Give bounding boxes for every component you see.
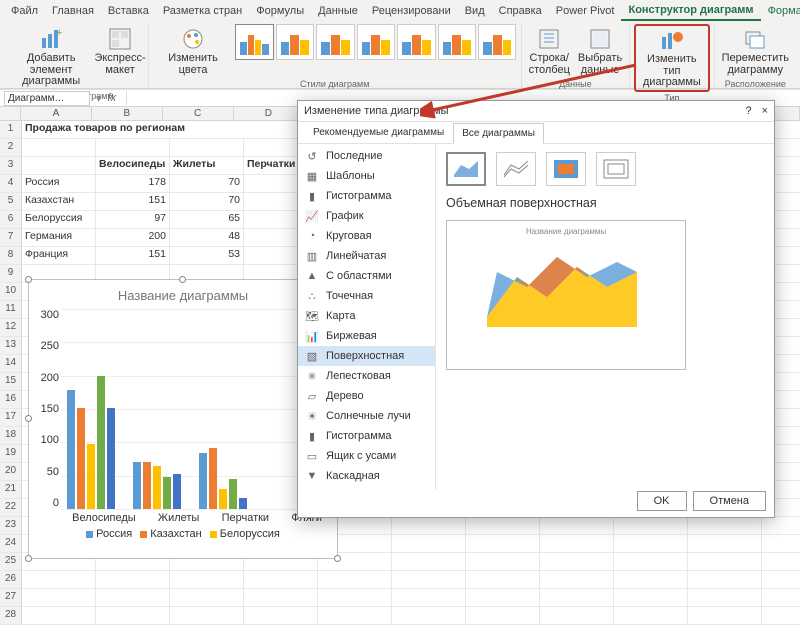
chart-category-item[interactable]: ▦Шаблоны bbox=[298, 166, 435, 186]
chart-bars bbox=[61, 309, 333, 509]
switch-row-column-button[interactable]: Строка/столбец bbox=[526, 24, 573, 78]
add-element-icon: + bbox=[38, 26, 64, 52]
dialog-tab-all[interactable]: Все диаграммы bbox=[453, 123, 544, 144]
chart-style-6[interactable] bbox=[438, 24, 476, 60]
tab-help[interactable]: Справка bbox=[492, 2, 549, 20]
chart-category-item[interactable]: ▥Линейчатая bbox=[298, 246, 435, 266]
palette-icon bbox=[180, 26, 206, 52]
subtype-contour-wire[interactable] bbox=[596, 152, 636, 186]
change-type-icon bbox=[659, 27, 685, 53]
select-data-icon bbox=[587, 26, 613, 52]
change-colors-button[interactable]: Изменить цвета bbox=[153, 24, 233, 78]
cancel-button[interactable]: Отмена bbox=[693, 491, 766, 511]
col-A[interactable]: A bbox=[21, 107, 92, 120]
chart-title[interactable]: Название диаграммы bbox=[33, 288, 333, 303]
move-chart-button[interactable]: Переместить диаграмму bbox=[719, 24, 792, 78]
group-location-label: Расположение bbox=[725, 79, 786, 89]
change-chart-type-button[interactable]: Изменить тип диаграммы bbox=[634, 24, 709, 92]
tab-format[interactable]: Формат bbox=[761, 2, 800, 20]
quick-layout-button[interactable]: Экспресс-макет bbox=[96, 24, 144, 78]
chart-style-4[interactable] bbox=[357, 24, 395, 60]
chart-category-item[interactable]: ↺Последние bbox=[298, 146, 435, 166]
switch-label: Строка/столбец bbox=[529, 53, 570, 76]
name-box-dropdown-icon[interactable]: ▾ bbox=[96, 92, 102, 105]
preview-thumbnail[interactable]: Название диаграммы bbox=[446, 220, 686, 370]
chart-y-axis: 300250200150100500 bbox=[33, 309, 59, 509]
select-data-button[interactable]: Выбрать данные bbox=[575, 24, 625, 78]
chart-category-item[interactable]: ▮Гистограмма bbox=[298, 186, 435, 206]
subtype-contour[interactable] bbox=[546, 152, 586, 186]
name-box[interactable]: Диаграмм… bbox=[4, 91, 90, 106]
group-location: Переместить диаграмму Расположение bbox=[715, 24, 796, 88]
ribbon: Файл Главная Вставка Разметка стран Форм… bbox=[0, 0, 800, 89]
select-data-label: Выбрать данные bbox=[578, 53, 622, 76]
tab-chartdesign[interactable]: Конструктор диаграмм bbox=[621, 1, 760, 21]
dialog-titlebar[interactable]: Изменение типа диаграммы ? × bbox=[298, 101, 774, 122]
quick-layout-icon bbox=[107, 26, 133, 52]
tab-powerpivot[interactable]: Power Pivot bbox=[549, 2, 622, 20]
preview-chart-title: Название диаграммы bbox=[453, 227, 679, 236]
svg-text:+: + bbox=[56, 28, 62, 39]
tab-pagelayout[interactable]: Разметка стран bbox=[156, 2, 249, 20]
chart-x-axis: ВелосипедыЖилетыПерчаткиФляги bbox=[33, 512, 333, 524]
change-colors-label: Изменить цвета bbox=[156, 53, 230, 76]
col-B[interactable]: B bbox=[92, 107, 163, 120]
quick-layout-label: Экспресс-макет bbox=[94, 53, 145, 76]
tab-review[interactable]: Рецензировани bbox=[365, 2, 458, 20]
ok-button[interactable]: OK bbox=[637, 491, 687, 511]
chart-style-7[interactable] bbox=[478, 24, 516, 60]
group-data: Строка/столбец Выбрать данные Данные bbox=[522, 24, 631, 88]
dialog-help-icon[interactable]: ? bbox=[745, 105, 751, 117]
change-chart-type-dialog: Изменение типа диаграммы ? × Рекомендуем… bbox=[297, 100, 775, 518]
embedded-chart[interactable]: Название диаграммы 300250200150100500 Ве… bbox=[28, 279, 338, 559]
chart-preview-pane: Объемная поверхностная Название диаграмм… bbox=[436, 144, 774, 490]
group-styles: Изменить цвета Стили диаграмм bbox=[149, 24, 522, 88]
tab-home[interactable]: Главная bbox=[45, 2, 101, 20]
subtype-surface-3d[interactable] bbox=[446, 152, 486, 186]
change-type-label: Изменить тип диаграммы bbox=[638, 54, 705, 89]
tab-insert[interactable]: Вставка bbox=[101, 2, 156, 20]
chart-style-2[interactable] bbox=[276, 24, 314, 60]
add-chart-element-button[interactable]: + Добавить элемент диаграммы bbox=[8, 24, 94, 90]
fx-icon[interactable]: fx bbox=[108, 92, 117, 104]
chart-style-1[interactable] bbox=[235, 24, 273, 60]
dialog-tabs: Рекомендуемые диаграммы Все диаграммы bbox=[298, 122, 774, 144]
switch-icon bbox=[536, 26, 562, 52]
chart-subtypes bbox=[446, 152, 764, 186]
move-chart-icon bbox=[742, 26, 768, 52]
chart-category-item[interactable]: ∴Точечная bbox=[298, 286, 435, 306]
dialog-title: Изменение типа диаграммы bbox=[304, 105, 449, 117]
preview-title: Объемная поверхностная bbox=[446, 196, 764, 210]
tab-view[interactable]: Вид bbox=[458, 2, 492, 20]
subtype-surface-wire[interactable] bbox=[496, 152, 536, 186]
ribbon-groups: + Добавить элемент диаграммы Экспресс-ма… bbox=[0, 22, 800, 88]
col-D[interactable]: D bbox=[234, 107, 305, 120]
dialog-close-icon[interactable]: × bbox=[762, 105, 768, 117]
chart-legend[interactable]: РоссияКазахстанБелоруссия bbox=[33, 528, 333, 540]
group-layouts: + Добавить элемент диаграммы Экспресс-ма… bbox=[4, 24, 149, 88]
chart-style-3[interactable] bbox=[316, 24, 354, 60]
chart-style-5[interactable] bbox=[397, 24, 435, 60]
tab-formulas[interactable]: Формулы bbox=[249, 2, 311, 20]
group-type: Изменить тип диаграммы Тип bbox=[630, 24, 714, 88]
group-data-label: Данные bbox=[559, 79, 592, 89]
chart-category-item[interactable]: 📈График bbox=[298, 206, 435, 226]
chart-category-item[interactable]: ◔Круговая bbox=[298, 226, 435, 246]
add-element-label: Добавить элемент диаграммы bbox=[11, 53, 91, 88]
chart-plot-area[interactable]: 300250200150100500 bbox=[33, 309, 333, 509]
ribbon-tabs: Файл Главная Вставка Разметка стран Форм… bbox=[0, 0, 800, 22]
group-styles-label: Стили диаграмм bbox=[300, 79, 369, 89]
dialog-tab-recommended[interactable]: Рекомендуемые диаграммы bbox=[304, 122, 453, 143]
col-C[interactable]: C bbox=[163, 107, 234, 120]
tab-file[interactable]: Файл bbox=[4, 2, 45, 20]
chart-category-item[interactable]: ▲С областями bbox=[298, 266, 435, 286]
move-chart-label: Переместить диаграмму bbox=[722, 53, 789, 76]
tab-data[interactable]: Данные bbox=[311, 2, 365, 20]
